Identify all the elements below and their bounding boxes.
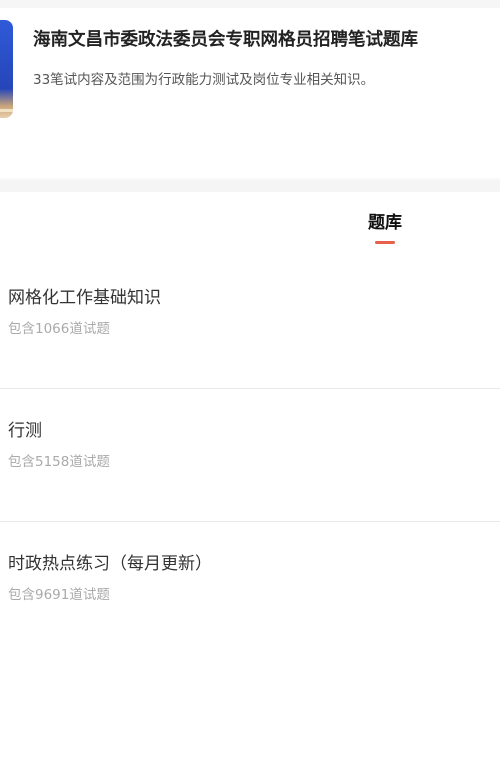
tab-bar: 题库 [0, 192, 500, 252]
tab-label: 题库 [368, 213, 402, 233]
list-item[interactable]: 时政热点练习（每月更新） 包含9691道试题 [0, 522, 500, 654]
list-item[interactable]: 行测 包含5158道试题 [0, 389, 500, 522]
bank-item-name: 时政热点练习（每月更新） [8, 554, 212, 574]
top-divider [0, 0, 500, 8]
bank-item-count: 包含9691道试题 [8, 587, 110, 603]
bank-header-card: 海南文昌市委政法委员会专职网格员招聘笔试题库 33笔试内容及范围为行政能力测试及… [0, 8, 500, 140]
bank-item-count: 包含5158道试题 [8, 454, 110, 470]
bank-description: 33笔试内容及范围为行政能力测试及岗位专业相关知识。 [33, 72, 375, 88]
bank-item-name: 行测 [8, 421, 42, 441]
tab-question-bank[interactable]: 题库 [355, 212, 415, 244]
bank-item-name: 网格化工作基础知识 [8, 288, 161, 308]
question-bank-list: 网格化工作基础知识 包含1066道试题 行测 包含5158道试题 时政热点练习（… [0, 256, 500, 654]
book-cover-image [0, 20, 13, 118]
bank-item-count: 包含1066道试题 [8, 321, 110, 337]
bank-title: 海南文昌市委政法委员会专职网格员招聘笔试题库 [33, 30, 418, 50]
list-item[interactable]: 网格化工作基础知识 包含1066道试题 [0, 256, 500, 389]
section-divider [0, 140, 500, 192]
active-tab-indicator [375, 241, 395, 244]
